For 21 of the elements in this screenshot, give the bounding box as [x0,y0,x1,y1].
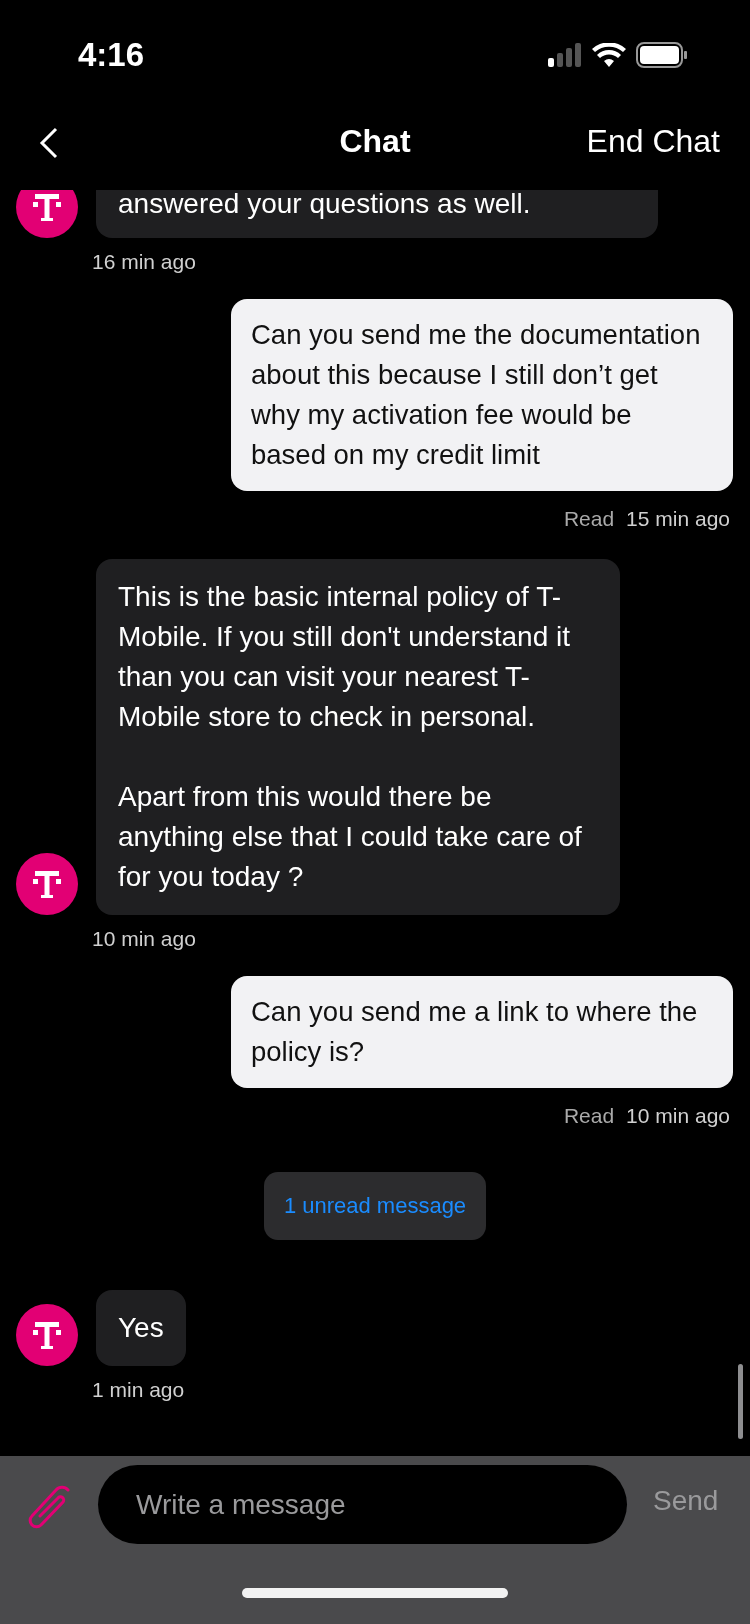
agent-message: Yes [96,1290,186,1366]
read-receipt: Read [563,1104,615,1128]
timestamp: 16 min ago [92,250,196,274]
signal-icon [548,43,582,67]
agent-message: answered your questions as well. [96,190,658,238]
timestamp: 10 min ago [626,1104,730,1128]
read-receipt: Read [563,507,615,531]
end-chat-button[interactable]: End Chat [586,123,720,160]
timestamp: 15 min ago [626,507,730,531]
screen-title: Chat [339,123,411,159]
user-message: Can you send me a link to where the policy is? [231,976,733,1088]
message-input[interactable]: Write a message [98,1465,627,1544]
battery-icon [636,42,688,68]
agent-message: This is the basic internal policy of T-Mobile. If you still don't understand it than you can visit your nearest T-Mobile store to check in personal. Apart from this would there be anything else that I could take care of for you today ? [96,559,620,915]
user-message: Can you send me the documentation about this because I still don’t get why my activation fee would be based on my credit limit [231,299,733,491]
timestamp: 10 min ago [92,927,196,951]
wifi-icon [592,43,626,67]
unread-messages-button[interactable]: 1 unread message [263,1172,487,1240]
send-button[interactable]: Send [653,1485,719,1517]
clock: 4:16 [78,36,146,74]
timestamp: 1 min ago [92,1378,185,1402]
